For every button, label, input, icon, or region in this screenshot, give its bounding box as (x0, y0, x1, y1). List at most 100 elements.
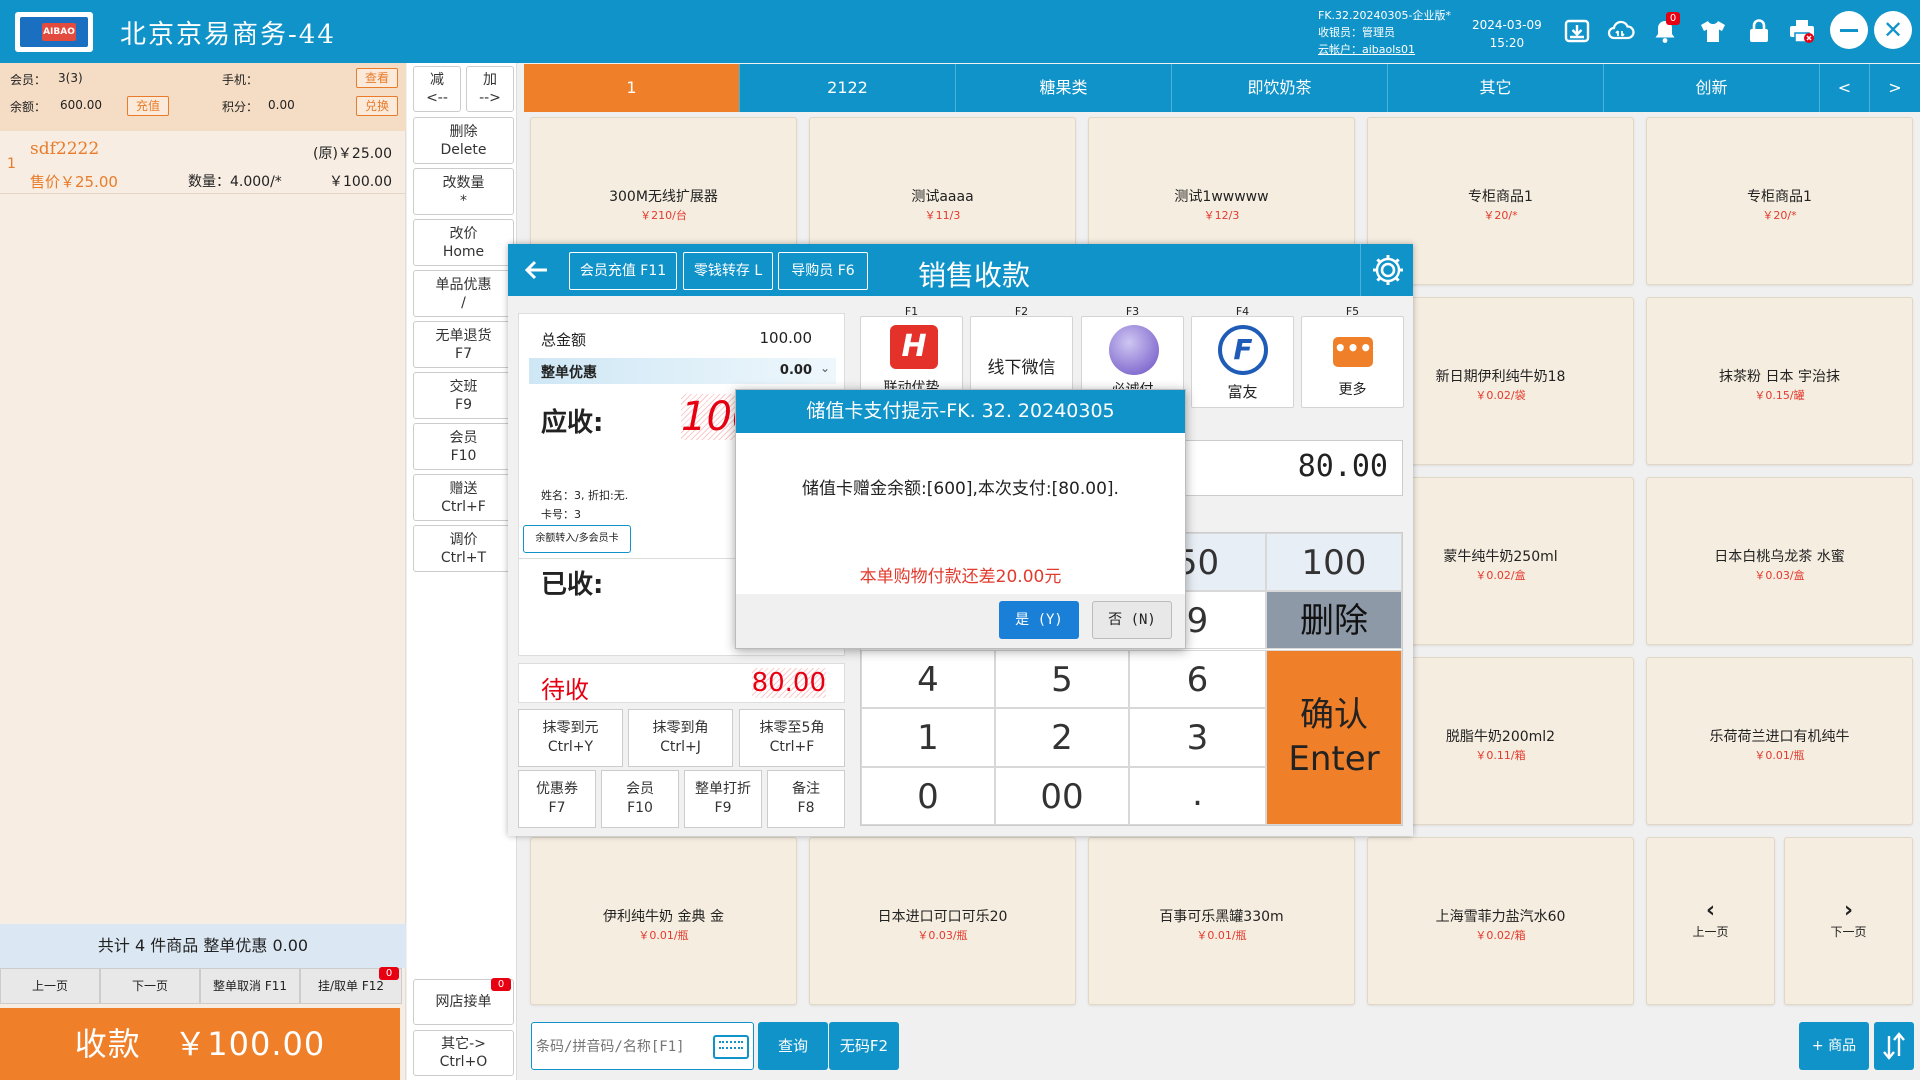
tab-category-candy[interactable]: 糖果类 (956, 64, 1172, 112)
product-name: 专柜商品1 (1468, 189, 1533, 205)
cart-next-page-button[interactable]: 下一页 (100, 968, 200, 1004)
category-prev-button[interactable]: < (1820, 64, 1870, 112)
category-next-button[interactable]: > (1870, 64, 1920, 112)
bell-icon[interactable]: 0 (1648, 12, 1682, 48)
shopping-guide-button[interactable]: 导购员 F6 (778, 252, 868, 290)
cancel-order-button[interactable]: 整单取消 F11 (200, 968, 300, 1004)
exchange-button[interactable]: 兑换 (356, 96, 398, 116)
grid-prev-page-button[interactable]: ‹ 上一页 (1646, 837, 1775, 1005)
key-2[interactable]: 2 (995, 708, 1129, 767)
sort-icon[interactable] (1874, 1022, 1914, 1070)
search-input[interactable] (536, 1035, 708, 1059)
confirm-button[interactable]: 确认 Enter (1266, 650, 1402, 825)
alert-message: 储值卡赠金余额:[600],本次支付:[80.00]. (802, 479, 1119, 499)
tab-category-1[interactable]: 1 (524, 64, 740, 112)
shift-button[interactable]: 交班 F9 (413, 372, 514, 419)
download-icon[interactable] (1560, 14, 1594, 48)
product-tile[interactable]: 乐荷荷兰进口有机纯牛 ￥0.01/瓶 (1646, 657, 1913, 825)
chevron-down-icon: ⌄ (819, 361, 830, 375)
round-to-5jiao-button[interactable]: 抹零至5角 Ctrl+F (739, 709, 845, 767)
key-1[interactable]: 1 (861, 708, 995, 767)
view-member-button[interactable]: 查看 (356, 68, 398, 88)
key-100[interactable]: 100 (1266, 533, 1402, 591)
product-tile[interactable]: 伊利纯牛奶 金典 金 ￥0.01/瓶 (530, 837, 797, 1005)
round-to-yuan-button[interactable]: 抹零到元 Ctrl+Y (518, 709, 623, 767)
cart-prev-page-button[interactable]: 上一页 (0, 968, 100, 1004)
key-4[interactable]: 4 (861, 650, 995, 708)
yes-button[interactable]: 是 (Y) (999, 601, 1079, 639)
table-row[interactable]: 1 sdf2222 (原)￥25.00 售价￥25.00 数量：4.000/* … (0, 131, 406, 194)
key-3[interactable]: 3 (1129, 708, 1266, 767)
product-tile[interactable]: 专柜商品1 ￥20/* (1646, 117, 1913, 285)
round-to-jiao-button[interactable]: 抹零到角 Ctrl+J (628, 709, 733, 767)
change-qty-button[interactable]: 改数量 * (413, 168, 514, 215)
discount-row[interactable]: 整单优惠 0.00 ⌄ (529, 358, 836, 384)
coupon-button[interactable]: 优惠券 F7 (518, 770, 596, 828)
cloud-icon[interactable] (1604, 14, 1638, 48)
product-tile[interactable]: 上海雪菲力盐汽水60 ￥0.02/箱 (1367, 837, 1634, 1005)
gift-button[interactable]: 赠送 Ctrl+F (413, 474, 514, 521)
gear-icon[interactable] (1370, 252, 1406, 288)
decrease-button[interactable]: 减 <-- (413, 66, 461, 112)
hold-order-button[interactable]: 挂/取单 F12 0 (300, 967, 402, 1004)
tab-category-other[interactable]: 其它 (1388, 64, 1604, 112)
no-barcode-button[interactable]: 无码F2 (829, 1022, 899, 1070)
online-orders-button[interactable]: 网店接单 0 (413, 978, 514, 1025)
grid-prev-label: 上一页 (1692, 925, 1729, 939)
product-tile[interactable]: 日本进口可口可乐20 ￥0.03/瓶 (809, 837, 1076, 1005)
add-product-button[interactable]: + 商品 (1799, 1022, 1869, 1070)
cart-summary: 共计 4 件商品 整单优惠 0.00 (0, 924, 406, 968)
product-tile[interactable]: 百事可乐黑罐330m ￥0.01/瓶 (1088, 837, 1355, 1005)
product-tile[interactable]: 抹茶粉 日本 宇治抹 ￥0.15/罐 (1646, 297, 1913, 465)
pay-method-fuyou[interactable]: F4 F 富友 (1191, 305, 1294, 408)
back-arrow-icon[interactable] (520, 254, 552, 286)
grid-next-page-button[interactable]: › 下一页 (1784, 837, 1913, 1005)
lock-icon[interactable] (1742, 14, 1776, 48)
product-name: 测试aaaa (911, 189, 974, 205)
return-button[interactable]: 无单退货 F7 (413, 321, 514, 368)
item-discount-button[interactable]: 单品优惠 / (413, 270, 514, 317)
close-button[interactable]: ✕ (1874, 11, 1912, 49)
delete-key[interactable]: 删除 (1266, 591, 1402, 649)
shirt-icon[interactable] (1696, 14, 1730, 48)
no-button[interactable]: 否 (N) (1092, 601, 1172, 639)
key-dot[interactable]: . (1129, 767, 1266, 825)
checkout-member-button[interactable]: 会员 F10 (601, 770, 679, 828)
remark-button[interactable]: 备注 F8 (767, 770, 845, 828)
query-button[interactable]: 查询 (758, 1022, 828, 1070)
minimize-button[interactable] (1830, 11, 1868, 49)
change-price-button[interactable]: 改价 Home (413, 219, 514, 266)
cloud-account-link[interactable]: 云帐户：aibaols01 (1318, 41, 1451, 58)
printer-icon[interactable] (1785, 14, 1819, 48)
alert-title: 储值卡支付提示-FK. 32. 20240305 (736, 390, 1185, 433)
search-input-wrap[interactable] (531, 1022, 754, 1070)
tab-category-2122[interactable]: 2122 (740, 64, 956, 112)
order-discount-button[interactable]: 整单打折 F9 (684, 770, 762, 828)
key-00[interactable]: 00 (995, 767, 1129, 825)
keyboard-icon[interactable] (713, 1035, 749, 1059)
tab-category-innovation[interactable]: 创新 (1604, 64, 1820, 112)
fuyou-logo-icon: F (1218, 325, 1268, 375)
adjust-price-button[interactable]: 调价 Ctrl+T (413, 525, 514, 572)
product-price: ￥0.02/箱 (1475, 929, 1526, 942)
member-button[interactable]: 会员 F10 (413, 423, 514, 470)
member-recharge-button[interactable]: 会员充值 F11 (569, 252, 677, 290)
key-0[interactable]: 0 (861, 767, 995, 825)
increase-button[interactable]: 加 --> (466, 66, 514, 112)
recharge-button[interactable]: 充值 (127, 96, 169, 116)
online-count-badge: 0 (491, 978, 511, 991)
other-button[interactable]: 其它-> Ctrl+O (413, 1030, 514, 1076)
item-name: sdf2222 (30, 139, 100, 159)
fn-key: * (460, 192, 467, 209)
tab-category-milk-tea[interactable]: 即饮奶茶 (1172, 64, 1388, 112)
change-deposit-button[interactable]: 零钱转存 L (683, 252, 773, 290)
product-tile[interactable]: 日本白桃乌龙茶 水蜜 ￥0.03/盒 (1646, 477, 1913, 645)
pay-method-more[interactable]: F5 ••• 更多 (1301, 305, 1404, 408)
key-6[interactable]: 6 (1129, 650, 1266, 708)
confirm-label: 确认 (1300, 695, 1368, 735)
pay-button[interactable]: 收款 ￥100.00 (0, 1008, 400, 1080)
delete-item-button[interactable]: 删除 Delete (413, 117, 514, 164)
btn-key: Ctrl+F (769, 739, 815, 755)
balance-transfer-button[interactable]: 余额转入/多会员卡 (523, 525, 631, 553)
key-5[interactable]: 5 (995, 650, 1129, 708)
